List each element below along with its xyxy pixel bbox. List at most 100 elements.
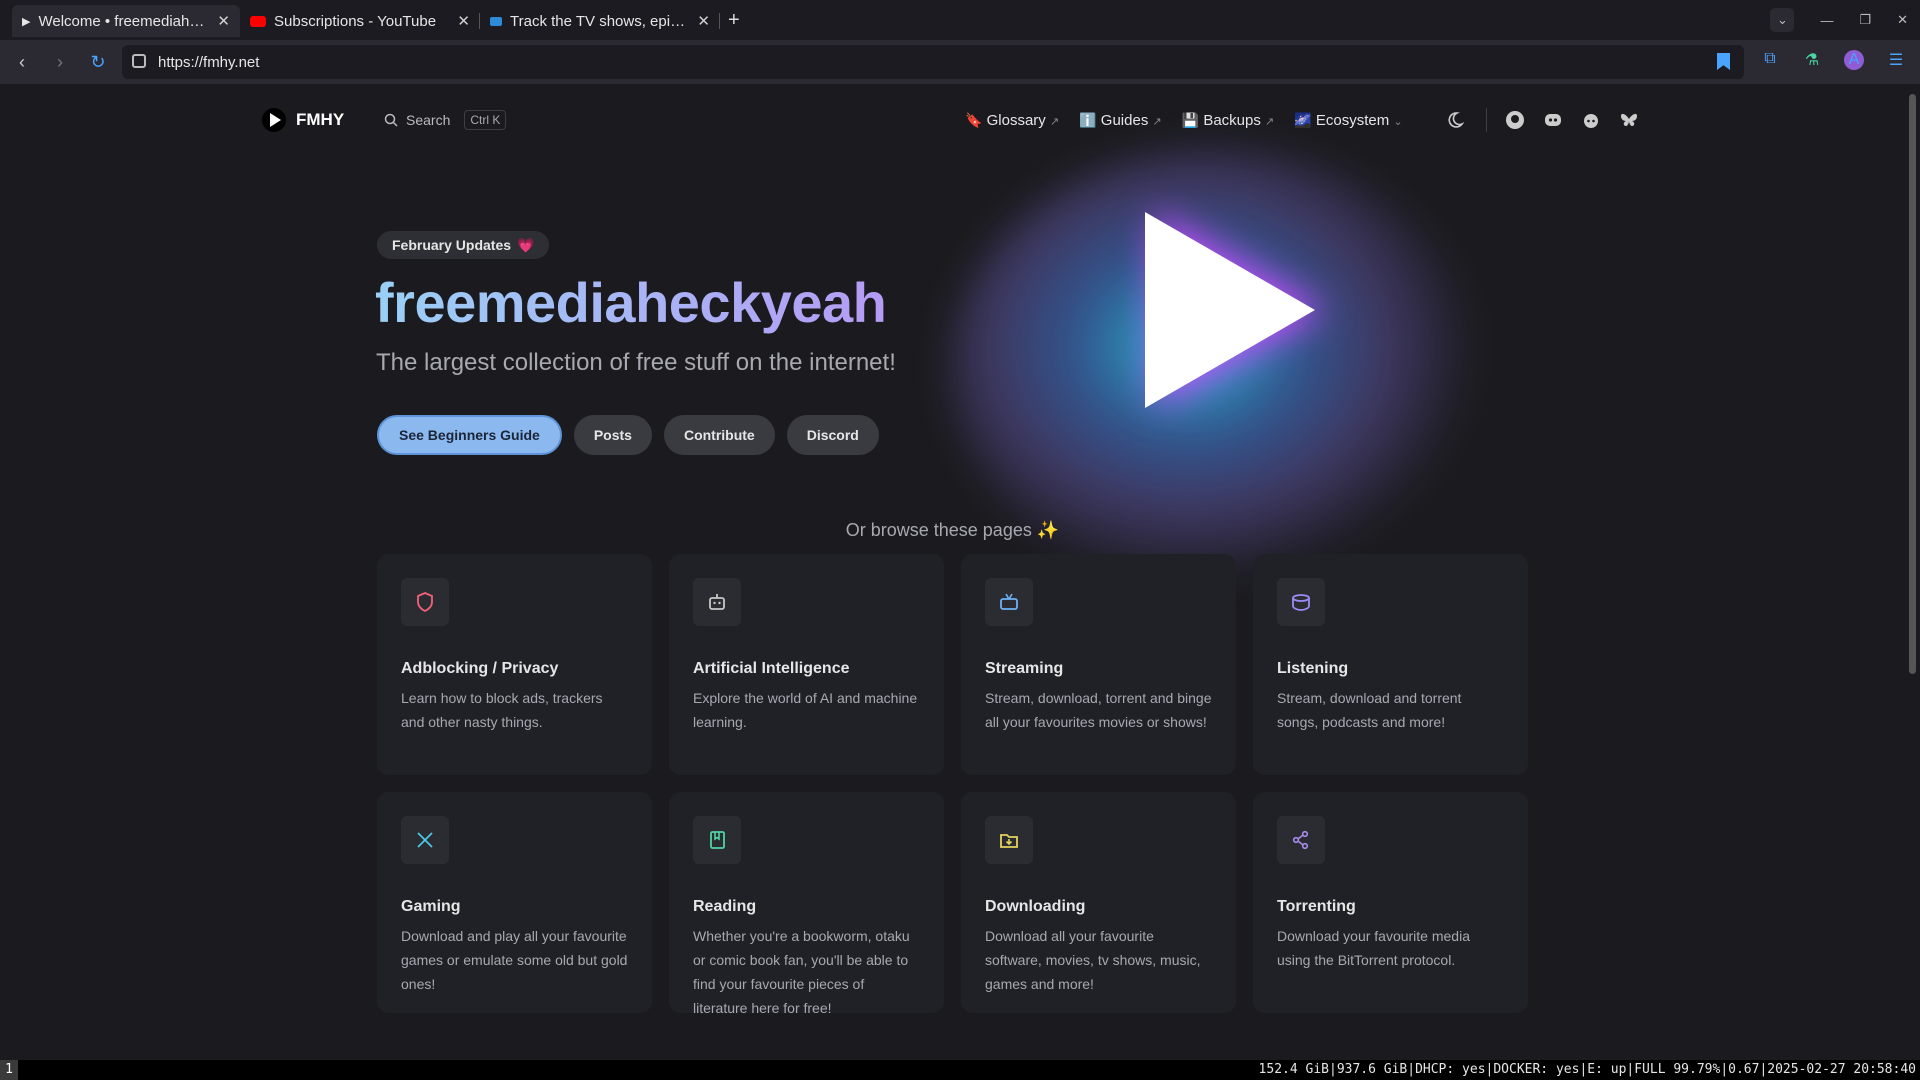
card-adblocking[interactable]: Adblocking / Privacy Learn how to block … xyxy=(377,554,652,775)
nav-backups[interactable]: 💾 Backups ↗ xyxy=(1182,112,1275,129)
workspace-indicator[interactable]: 1 xyxy=(0,1060,18,1080)
card-torrenting[interactable]: Torrenting Download your favourite media… xyxy=(1253,792,1528,1013)
reddit-icon[interactable] xyxy=(1581,110,1601,130)
tab-title: Welcome • freemediaheckyeah xyxy=(38,12,209,30)
drum-icon xyxy=(1292,594,1310,611)
site-nav: 🔖 Glossary ↗ ℹ️ Guides ↗ 💾 Backups ↗ 🌌 E… xyxy=(965,102,1403,138)
card-ai[interactable]: Artificial Intelligence Explore the worl… xyxy=(669,554,944,775)
search-label: Search xyxy=(406,112,451,128)
card-title: Adblocking / Privacy xyxy=(401,660,559,677)
beginners-guide-button[interactable]: See Beginners Guide xyxy=(377,415,562,455)
updates-badge[interactable]: February Updates 💗 xyxy=(377,231,550,259)
card-title: Streaming xyxy=(985,660,1064,677)
share-nodes-icon xyxy=(1292,830,1309,850)
card-title: Downloading xyxy=(985,898,1086,915)
youtube-favicon-icon xyxy=(250,15,266,27)
site-logo[interactable]: FMHY xyxy=(262,108,344,132)
bluesky-icon[interactable] xyxy=(1619,110,1639,130)
search-icon xyxy=(384,113,398,127)
system-status-bar: 1 152.4 GiB|937.6 GiB|DHCP: yes|DOCKER: … xyxy=(0,1060,1920,1080)
bookmark-icon[interactable] xyxy=(1717,53,1730,70)
posts-button[interactable]: Posts xyxy=(573,415,652,455)
restore-icon[interactable]: ❐ xyxy=(1859,12,1871,28)
card-title: Listening xyxy=(1277,660,1349,677)
nav-bar: ‹ › ↻ https://fmhy.net ⧉ ⚗ A ☰ xyxy=(0,40,1920,84)
github-icon[interactable] xyxy=(1505,110,1525,130)
close-tab-icon[interactable]: ✕ xyxy=(697,12,710,30)
toolbar-icons: ⧉ ⚗ A ☰ xyxy=(1760,50,1906,70)
status-info: 152.4 GiB|937.6 GiB|DHCP: yes|DOCKER: ye… xyxy=(1258,1062,1916,1077)
page-scrollbar[interactable] xyxy=(1905,84,1920,1060)
tab-fmhy[interactable]: ▶ Welcome • freemediaheckyeah ✕ xyxy=(12,5,240,37)
back-icon[interactable]: ‹ xyxy=(12,52,32,73)
tv-icon xyxy=(1000,593,1018,610)
card-gaming[interactable]: Gaming Download and play all your favour… xyxy=(377,792,652,1013)
tab-youtube[interactable]: Subscriptions - YouTube ✕ xyxy=(240,5,480,37)
close-tab-icon[interactable]: ✕ xyxy=(217,12,230,30)
book-icon xyxy=(710,831,725,849)
play-favicon-icon: ▶ xyxy=(22,15,31,28)
tab-list-icon[interactable]: ⌄ xyxy=(1770,8,1795,32)
tagline: The largest collection of free stuff on … xyxy=(376,349,896,376)
tab-bar: ▶ Welcome • freemediaheckyeah ✕ Subscrip… xyxy=(0,0,1920,40)
forward-icon[interactable]: › xyxy=(50,52,70,73)
new-tab-button[interactable]: + xyxy=(728,9,740,32)
scrollbar-thumb[interactable] xyxy=(1909,94,1916,674)
page-title: freemediaheckyeah xyxy=(375,271,887,334)
logo-text: FMHY xyxy=(296,110,345,129)
search-shortcut: Ctrl K xyxy=(464,110,507,130)
nav-ecosystem[interactable]: 🌌 Ecosystem ⌄ xyxy=(1294,112,1402,129)
card-reading[interactable]: Reading Whether you're a bookworm, otaku… xyxy=(669,792,944,1016)
card-title: Artificial Intelligence xyxy=(693,660,850,677)
card-streaming[interactable]: Streaming Stream, download, torrent and … xyxy=(961,554,1236,775)
moon-icon[interactable] xyxy=(1448,110,1468,130)
close-tab-icon[interactable]: ✕ xyxy=(457,12,470,30)
card-title: Reading xyxy=(693,898,757,915)
swords-icon xyxy=(417,832,433,848)
tab-title: Subscriptions - YouTube xyxy=(274,12,437,30)
card-desc: Download all your favourite software, mo… xyxy=(985,928,1201,992)
browse-heading: Or browse these pages ✨ xyxy=(845,520,1060,540)
menu-icon[interactable]: ☰ xyxy=(1886,50,1906,70)
nav-glossary[interactable]: 🔖 Glossary ↗ xyxy=(965,112,1059,129)
heart-icon: 💗 xyxy=(517,236,535,253)
card-desc: Explore the world of AI and machine lear… xyxy=(693,690,918,730)
tab-title: Track the TV shows, episodes xyxy=(510,12,689,30)
robot-icon xyxy=(709,594,725,610)
extensions-icon[interactable]: ⧉ xyxy=(1760,50,1780,70)
nav-guides[interactable]: ℹ️ Guides ↗ xyxy=(1079,112,1162,129)
profile-avatar[interactable]: A xyxy=(1844,50,1864,70)
site-info-icon[interactable] xyxy=(132,54,146,68)
card-title: Torrenting xyxy=(1277,898,1356,915)
contribute-button[interactable]: Contribute xyxy=(663,415,775,455)
search-button[interactable]: Search Ctrl K xyxy=(384,104,507,136)
category-grid: Adblocking / Privacy Learn how to block … xyxy=(377,554,1528,1016)
reload-icon[interactable]: ↻ xyxy=(88,52,108,73)
play-logo-icon xyxy=(262,108,286,132)
minimize-icon[interactable]: — xyxy=(1820,13,1833,28)
hero-play-icon xyxy=(1145,212,1315,408)
page-content: FMHY Search Ctrl K 🔖 Glossary ↗ ℹ️ Guide… xyxy=(0,84,1905,1060)
tv-favicon-icon xyxy=(490,16,502,26)
site-header: FMHY Search Ctrl K 🔖 Glossary ↗ ℹ️ Guide… xyxy=(262,102,1662,138)
discord-icon[interactable] xyxy=(1543,110,1563,130)
labs-flask-icon[interactable]: ⚗ xyxy=(1802,50,1822,70)
card-desc: Download your favourite media using the … xyxy=(1277,928,1470,968)
card-listening[interactable]: Listening Stream, download and torrent s… xyxy=(1253,554,1528,775)
discord-button[interactable]: Discord xyxy=(786,415,879,455)
window-controls: ⌄ — ❐ ✕ xyxy=(1770,8,1908,32)
tab-tv-tracker[interactable]: Track the TV shows, episodes ✕ xyxy=(480,5,720,37)
card-desc: Stream, download and torrent songs, podc… xyxy=(1277,690,1462,730)
social-links xyxy=(1448,102,1639,138)
card-title: Gaming xyxy=(401,898,461,915)
folder-download-icon xyxy=(1000,834,1018,848)
card-desc: Download and play all your favourite gam… xyxy=(401,928,628,992)
url-bar[interactable]: https://fmhy.net xyxy=(122,45,1744,79)
close-window-icon[interactable]: ✕ xyxy=(1897,12,1908,28)
url-text: https://fmhy.net xyxy=(158,53,260,71)
card-downloading[interactable]: Downloading Download all your favourite … xyxy=(961,792,1236,1013)
card-desc: Learn how to block ads, trackers and oth… xyxy=(401,690,603,730)
hero-actions: See Beginners Guide Posts Contribute Dis… xyxy=(377,415,879,455)
card-desc: Stream, download, torrent and binge all … xyxy=(985,690,1212,730)
shield-icon xyxy=(417,592,433,613)
